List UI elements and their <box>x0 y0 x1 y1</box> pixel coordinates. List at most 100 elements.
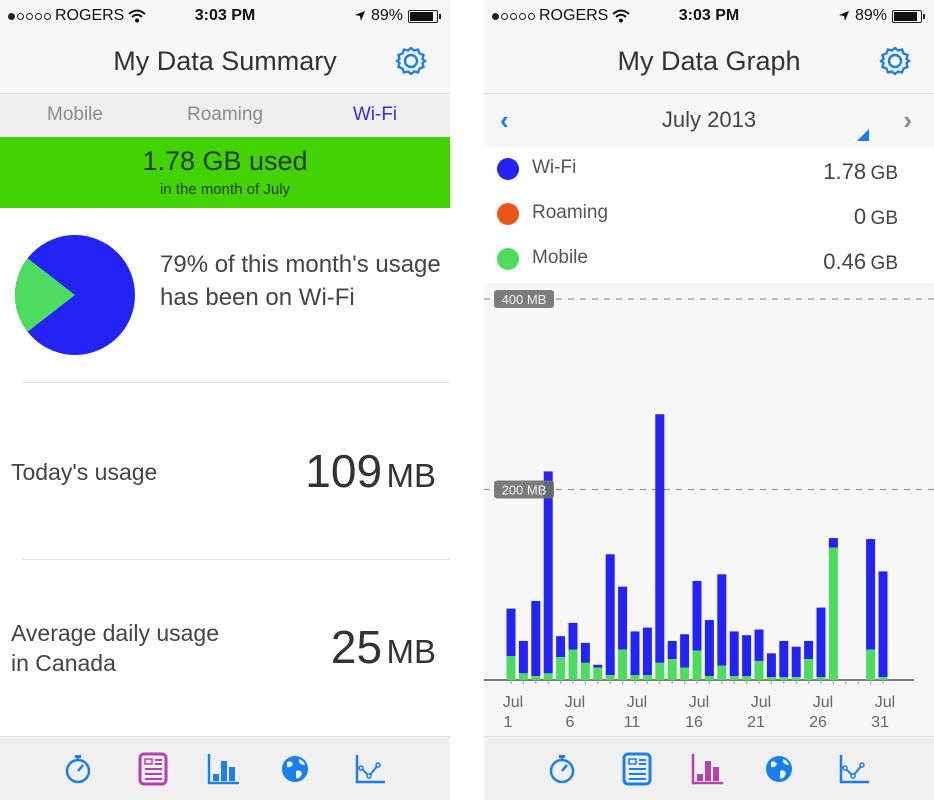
page-title: My Data Graph <box>617 46 801 76</box>
bar-wifi-jul-12 <box>642 627 652 676</box>
bar-mobile-jul-24 <box>791 677 801 680</box>
avg-usage-label: Average daily usage in Canada <box>11 620 219 676</box>
data-graph-screen: ROGERS 3:03 PM 89% My Data Graph ‹ July … <box>484 0 934 800</box>
legend-value: 1.78 GB <box>823 159 898 185</box>
bar-wifi-jul-16 <box>692 580 702 651</box>
x-tick-label: Jul <box>565 694 585 711</box>
bar-mobile-jul-6 <box>568 649 578 680</box>
y-tick-label: 200 MB <box>494 480 554 499</box>
globe-icon[interactable] <box>761 751 797 787</box>
bar-mobile-jul-8 <box>593 667 603 680</box>
x-tick-label: Jul <box>689 694 709 711</box>
bar-wifi-jul-11 <box>630 631 640 676</box>
x-tick-label: Jul <box>503 694 523 711</box>
legend-row-roaming: Roaming 0 GB <box>484 192 930 236</box>
bar-chart-icon[interactable] <box>689 751 725 787</box>
bar-mobile-jul-9 <box>605 675 615 680</box>
bar-mobile-jul-25 <box>804 659 814 680</box>
bar-wifi-jul-22 <box>766 653 776 678</box>
today-usage-label: Today's usage <box>11 459 158 485</box>
bar-mobile-jul-5 <box>556 657 566 680</box>
bar-chart-svg: 200 MB 400 MB Jul 1 Jul 6 Jul 11 Jul 16 Jul 21 Jul 26… <box>484 290 934 731</box>
wifi-share-text: 79% of this month's usage has been on Wi… <box>160 251 441 311</box>
bar-mobile-jul-12 <box>642 675 652 680</box>
legend-row-mobile: Mobile 0.46 GB <box>484 237 930 281</box>
avg-usage-value: 25 MB <box>331 620 436 674</box>
summary-list-icon[interactable] <box>619 751 655 787</box>
bar-wifi-jul-5 <box>556 636 566 658</box>
bar-mobile-jul-15 <box>680 667 690 680</box>
x-tick-label: Jul <box>751 694 771 711</box>
bar-wifi-jul-15 <box>680 634 690 668</box>
settings-gear-icon[interactable] <box>394 44 428 78</box>
line-chart-icon[interactable] <box>836 751 872 787</box>
bar-wifi-jul-7 <box>580 642 590 663</box>
globe-icon[interactable] <box>277 751 313 787</box>
legend-number: 0.46 <box>823 249 867 274</box>
bar-mobile-jul-19 <box>729 676 739 680</box>
tab-wifi[interactable]: Wi-Fi <box>300 95 450 137</box>
bar-wifi-jul-3 <box>531 600 541 677</box>
stopwatch-icon[interactable] <box>544 751 580 787</box>
bar-wifi-jul-26 <box>816 607 826 678</box>
x-tick-label: Jul <box>627 694 647 711</box>
bottom-tab-bar <box>0 736 450 800</box>
bar-wifi-jul-8 <box>593 664 603 668</box>
legend-value: 0.46 GB <box>823 249 898 275</box>
x-tick-label: Jul <box>875 694 895 711</box>
bar-chart-icon[interactable] <box>205 751 241 787</box>
mobile-color-dot <box>497 248 519 270</box>
bar-mobile-jul-23 <box>779 677 789 680</box>
battery-icon <box>892 9 925 23</box>
bar-wifi-jul-18 <box>717 574 727 666</box>
total-used: 1.78 GB used <box>142 146 308 176</box>
bar-mobile-jul-14 <box>667 659 677 680</box>
legend-row-wifi: Wi-Fi 1.78 GB <box>484 147 930 191</box>
bar-wifi-jul-13 <box>655 414 665 663</box>
x-tick-label-day: 11 <box>624 714 641 731</box>
chevron-right-icon[interactable]: › <box>903 105 912 136</box>
x-tick-label-day: 1 <box>504 714 513 731</box>
bar-mobile-jul-17 <box>704 676 714 680</box>
bar-mobile-jul-16 <box>692 650 702 680</box>
bar-mobile-jul-26 <box>816 677 826 680</box>
bar-mobile-jul-3 <box>531 676 541 680</box>
bar-mobile-jul-31 <box>878 677 888 680</box>
today-usage-number: 109 <box>305 445 383 497</box>
data-summary-screen: ROGERS 3:03 PM 89% My Data Summary Mobil… <box>0 0 450 800</box>
divider <box>22 382 450 383</box>
summary-list-icon[interactable] <box>135 751 171 787</box>
today-usage-unit: MB <box>386 457 437 494</box>
legend-number: 0 <box>853 204 867 229</box>
today-usage-value: 109 MB <box>305 444 436 498</box>
legend-label: Roaming <box>532 202 609 223</box>
bar-mobile-jul-11 <box>630 675 640 680</box>
bar-mobile-jul-21 <box>754 660 764 680</box>
line-chart-icon[interactable] <box>352 751 388 787</box>
bar-mobile-jul-4 <box>543 673 553 680</box>
battery-percent: 89% <box>370 7 403 24</box>
x-tick-label-day: 21 <box>747 714 765 731</box>
bar-wifi-jul-14 <box>667 640 677 660</box>
bar-wifi-jul-31 <box>878 571 888 678</box>
tab-mobile[interactable]: Mobile <box>0 95 150 137</box>
x-tick-label-day: 31 <box>871 714 889 731</box>
bar-wifi-jul-24 <box>791 646 801 678</box>
navigation-bar: My Data Graph <box>484 34 934 94</box>
y-tick-label-text: 400 MB <box>502 292 547 307</box>
bar-wifi-jul-20 <box>742 635 752 677</box>
month-picker-corner-icon[interactable] <box>857 129 869 141</box>
stopwatch-icon[interactable] <box>60 751 96 787</box>
y-tick-label-text: 200 MB <box>502 483 547 498</box>
bar-mobile-jul-1 <box>506 656 516 680</box>
settings-gear-icon[interactable] <box>878 44 912 78</box>
legend-unit: GB <box>870 163 898 184</box>
tab-roaming[interactable]: Roaming <box>150 95 300 137</box>
month-navigator: ‹ July 2013 › <box>484 95 934 147</box>
avg-usage-number: 25 <box>330 621 383 673</box>
bar-wifi-jul-1 <box>506 608 516 657</box>
page-title: My Data Summary <box>113 46 337 76</box>
bar-mobile-jul-7 <box>580 662 590 680</box>
legend-unit: GB <box>870 253 898 274</box>
bottom-tab-bar <box>484 736 934 800</box>
